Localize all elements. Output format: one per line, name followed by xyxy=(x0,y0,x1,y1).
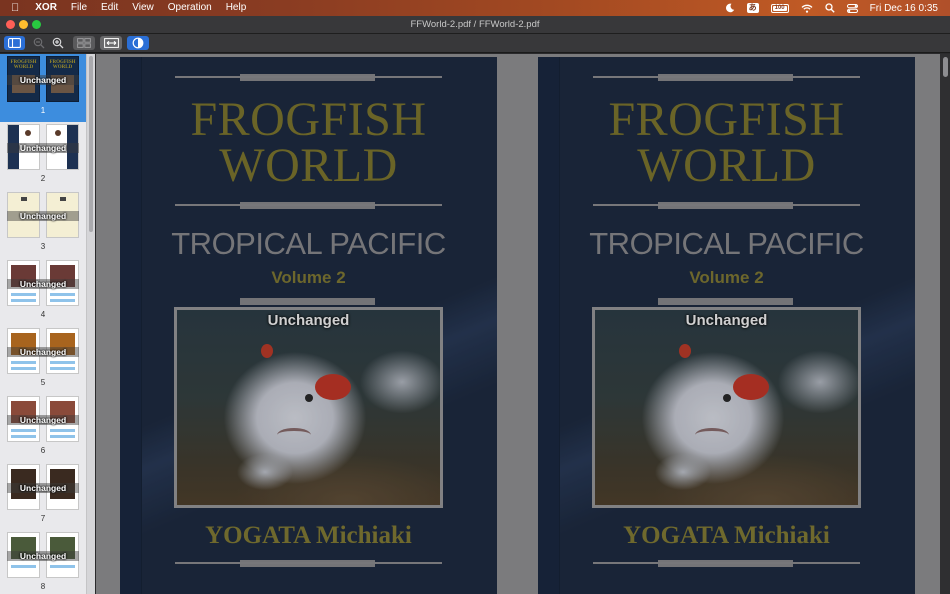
window-titlebar: FFWorld-2.pdf / FFWorld-2.pdf xyxy=(0,16,950,34)
menu-edit[interactable]: Edit xyxy=(94,0,125,16)
cover-author: YOGATA Michiaki xyxy=(623,522,830,549)
zoom-in-button[interactable] xyxy=(51,36,65,50)
input-source-label: あ xyxy=(746,3,759,13)
moon-icon[interactable] xyxy=(719,0,741,16)
toolbar xyxy=(0,34,950,53)
cover-title-line1: FROGFISH xyxy=(190,93,427,146)
cover-photo: Unchanged xyxy=(174,307,443,508)
thumbnail-status-label: Unchanged xyxy=(7,483,79,493)
menu-file[interactable]: File xyxy=(64,0,94,16)
thumbnail-status-label: Unchanged xyxy=(7,211,79,221)
app-menu[interactable]: XOR xyxy=(28,0,64,16)
thumbnail-sidebar: FROGFISH WORLD FROGFISH WORLD Unchanged … xyxy=(0,54,86,594)
thumbnail-page-number: 4 xyxy=(40,310,46,319)
thumbnail-page-number: 7 xyxy=(40,514,46,523)
thumbnail-page-number: 8 xyxy=(40,582,46,591)
cover-author: YOGATA Michiaki xyxy=(205,522,412,549)
window-title: FFWorld-2.pdf / FFWorld-2.pdf xyxy=(410,19,540,30)
cover-photo: Unchanged xyxy=(592,307,861,508)
thumbnail-page-number: 1 xyxy=(40,106,46,115)
thumbnail-page-2[interactable]: Unchanged 2 xyxy=(0,122,86,190)
wifi-icon[interactable] xyxy=(795,0,819,16)
thumbnail-page-8[interactable]: Unchanged 8 xyxy=(0,530,86,594)
thumbnail-status-label: Unchanged xyxy=(7,75,79,85)
viewer-scroll-thumb[interactable] xyxy=(943,57,948,77)
status-area: あ 100 Fri Dec 16 0:35 xyxy=(719,0,950,16)
thumbnail-status-label: Unchanged xyxy=(7,551,79,561)
thumbnail-page-number: 5 xyxy=(40,378,46,387)
battery-level: 100 xyxy=(774,4,785,11)
menu-bar:  XOR File Edit View Operation Help あ 10… xyxy=(0,0,950,16)
page-status-label: Unchanged xyxy=(685,312,768,329)
left-document-page: FROGFISH WORLD TROPICAL PACIFIC Volume 2… xyxy=(120,57,497,594)
thumbnail-page-3[interactable]: Unchanged 3 xyxy=(0,190,86,258)
thumbnail-page-4[interactable]: Unchanged 4 xyxy=(0,258,86,326)
zoom-out-button[interactable] xyxy=(32,36,46,50)
page-status-label: Unchanged xyxy=(267,312,350,329)
cover-title-line1: FROGFISH xyxy=(608,93,845,146)
thumbnail-page-1[interactable]: FROGFISH WORLD FROGFISH WORLD Unchanged … xyxy=(0,54,86,122)
right-document-page: FROGFISH WORLD TROPICAL PACIFIC Volume 2… xyxy=(538,57,915,594)
thumbnail-status-label: Unchanged xyxy=(7,279,79,289)
compare-mode-button[interactable] xyxy=(127,36,149,50)
xor-app:  XOR File Edit View Operation Help あ 10… xyxy=(0,0,950,594)
cover-volume: Volume 2 xyxy=(271,268,346,287)
thumbnail-page-number: 2 xyxy=(40,174,46,183)
sidebar-scroll-thumb[interactable] xyxy=(89,56,93,232)
grid-view-button[interactable] xyxy=(73,36,95,50)
zoom-out-icon xyxy=(33,37,45,49)
fit-width-icon xyxy=(103,38,119,48)
cover-subtitle: TROPICAL PACIFIC xyxy=(171,226,446,261)
cover-title-line2: WORLD xyxy=(219,139,398,192)
battery-icon[interactable]: 100 xyxy=(765,0,795,16)
thumbnail-page-7[interactable]: Unchanged 7 xyxy=(0,462,86,530)
thumbnail-status-label: Unchanged xyxy=(7,415,79,425)
control-center-icon[interactable] xyxy=(841,0,864,16)
viewer-scrollbar[interactable] xyxy=(940,54,950,594)
cover-subtitle: TROPICAL PACIFIC xyxy=(589,226,864,261)
toggle-sidebar-button[interactable] xyxy=(4,36,25,50)
menu-help[interactable]: Help xyxy=(219,0,254,16)
apple-menu-icon[interactable]:  xyxy=(0,0,28,16)
thumbnail-status-label: Unchanged xyxy=(7,347,79,357)
zoom-in-icon xyxy=(52,37,64,49)
input-source-icon[interactable]: あ xyxy=(741,0,765,16)
menu-operation[interactable]: Operation xyxy=(161,0,219,16)
thumbnail-status-label: Unchanged xyxy=(7,143,79,153)
thumbnail-page-number: 3 xyxy=(40,242,46,251)
sidebar-icon xyxy=(8,38,21,48)
thumbnail-page-6[interactable]: Unchanged 6 xyxy=(0,394,86,462)
compare-icon xyxy=(132,37,144,49)
menu-clock[interactable]: Fri Dec 16 0:35 xyxy=(864,0,950,16)
thumbnail-page-number: 6 xyxy=(40,446,46,455)
cover-volume: Volume 2 xyxy=(689,268,764,287)
cover-title-line2: WORLD xyxy=(637,139,816,192)
search-icon[interactable] xyxy=(819,0,841,16)
menu-view[interactable]: View xyxy=(125,0,161,16)
grid-icon xyxy=(77,38,91,48)
document-viewer: FROGFISH WORLD TROPICAL PACIFIC Volume 2… xyxy=(96,54,940,594)
sidebar-scrollbar[interactable] xyxy=(86,54,95,594)
thumbnail-page-5[interactable]: Unchanged 5 xyxy=(0,326,86,394)
fit-width-button[interactable] xyxy=(100,36,122,50)
